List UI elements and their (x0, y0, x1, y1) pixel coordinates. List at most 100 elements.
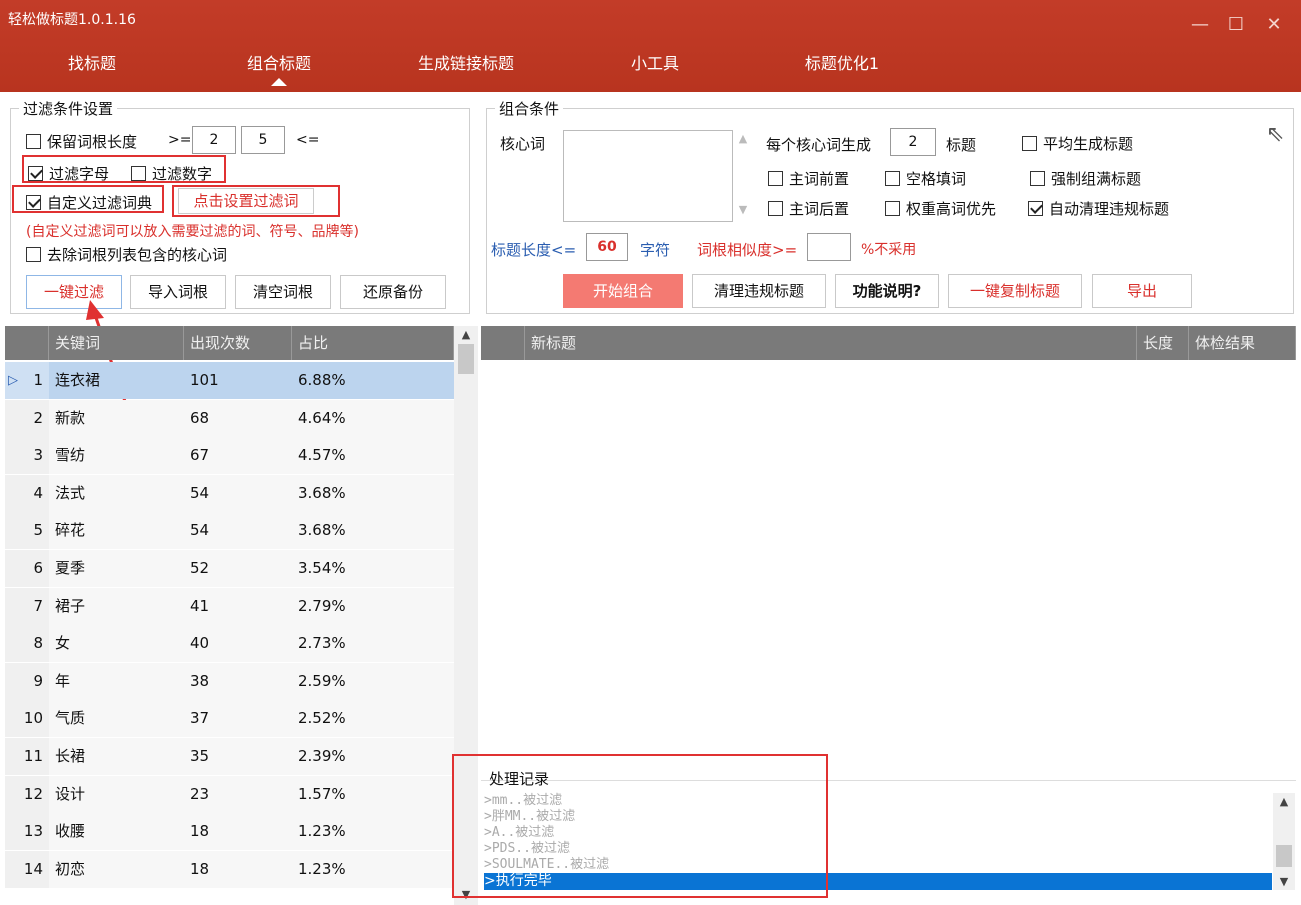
table-row[interactable]: 10 气质 37 2.52% (5, 700, 454, 738)
table-row[interactable]: 3 雪纺 67 4.57% (5, 437, 454, 475)
highlight-box (172, 185, 340, 217)
table-row[interactable]: 5 碎花 54 3.68% (5, 512, 454, 550)
col-keyword[interactable]: 关键词 (49, 326, 184, 360)
percent-cell: 4.57% (292, 437, 454, 475)
row-number: 5 (5, 512, 49, 550)
table-row[interactable]: 12 设计 23 1.57% (5, 775, 454, 813)
keyword-cell: 裙子 (49, 587, 184, 625)
filter-group-title: 过滤条件设置 (19, 98, 118, 119)
tab-tools[interactable]: 小工具 (615, 52, 695, 90)
count-cell: 41 (184, 587, 292, 625)
keyword-cell: 年 (49, 662, 184, 700)
row-number: 4 (5, 474, 49, 512)
percent-cell: 3.68% (292, 474, 454, 512)
import-roots-button[interactable]: 导入词根 (130, 275, 226, 309)
active-tab-caret-icon (271, 78, 287, 86)
table-row[interactable]: 8 女 40 2.73% (5, 625, 454, 663)
results-table-body[interactable] (481, 360, 1296, 780)
col-percent[interactable]: 占比 (292, 326, 454, 360)
count-cell: 37 (184, 700, 292, 738)
col-length[interactable]: 长度 (1137, 326, 1189, 360)
space-fill-checkbox[interactable]: 空格填词 (885, 168, 966, 189)
keyword-cell: 夏季 (49, 550, 184, 587)
table-row[interactable]: 4 法式 54 3.68% (5, 474, 454, 512)
force-full-checkbox[interactable]: 强制组满标题 (1030, 168, 1141, 189)
weight-first-checkbox[interactable]: 权重高词优先 (885, 198, 996, 219)
auto-clean-checkbox[interactable]: 自动清理违规标题 (1028, 198, 1169, 219)
keyword-cell: 新款 (49, 399, 184, 437)
core-word-label: 核心词 (500, 135, 546, 153)
gte-label: >= (168, 132, 192, 148)
textarea-scrollbar[interactable]: ▲ ▼ (735, 130, 751, 222)
row-number: 9 (5, 662, 49, 700)
core-word-textarea[interactable] (563, 130, 733, 222)
percent-cell: 3.68% (292, 512, 454, 550)
percent-cell: 2.73% (292, 625, 454, 663)
tab-title-optimize[interactable]: 标题优化1 (792, 52, 892, 90)
close-icon[interactable]: ✕ (1262, 14, 1286, 35)
start-combine-button[interactable]: 开始组合 (563, 274, 683, 308)
count-cell: 38 (184, 662, 292, 700)
min-length-input[interactable]: 2 (192, 126, 236, 154)
help-button[interactable]: 功能说明? (835, 274, 939, 308)
log-scrollbar[interactable]: ▲ ▼ (1273, 793, 1295, 890)
table-row[interactable]: 6 夏季 52 3.54% (5, 550, 454, 587)
table-row[interactable]: 13 收腰 18 1.23% (5, 813, 454, 851)
app-title: 轻松做标题1.0.1.16 (8, 12, 136, 28)
keyword-cell: 女 (49, 625, 184, 663)
keep-root-length-checkbox[interactable]: 保留词根长度 (26, 131, 137, 152)
main-back-checkbox[interactable]: 主词后置 (768, 198, 849, 219)
row-number: 7 (5, 587, 49, 625)
title-length-input[interactable]: 60 (586, 233, 628, 261)
percent-cell: 4.64% (292, 399, 454, 437)
table-row[interactable]: 11 长裙 35 2.39% (5, 738, 454, 775)
keyword-cell: 碎花 (49, 512, 184, 550)
results-table-header: 新标题 长度 体检结果 (481, 326, 1296, 360)
titles-unit-label: 标题 (946, 136, 977, 154)
table-row[interactable]: 1 连衣裙 101 6.88% ▷ (5, 362, 454, 399)
table-row[interactable]: 7 裙子 41 2.79% (5, 587, 454, 625)
copy-titles-button[interactable]: 一键复制标题 (948, 274, 1082, 308)
checkbox-box (1022, 136, 1037, 151)
col-check-result[interactable]: 体检结果 (1189, 326, 1296, 360)
col-new-title[interactable]: 新标题 (525, 326, 1137, 360)
maximize-icon[interactable]: ☐ (1224, 14, 1248, 35)
remove-core-checkbox[interactable]: 去除词根列表包含的核心词 (26, 244, 227, 265)
scrollbar-thumb[interactable] (458, 344, 474, 374)
row-number: 12 (5, 775, 49, 813)
checkbox-checked-icon (1028, 201, 1043, 216)
count-cell: 18 (184, 813, 292, 851)
table-row[interactable]: 9 年 38 2.59% (5, 662, 454, 700)
tab-link-title[interactable]: 生成链接标题 (404, 52, 528, 90)
count-cell: 54 (184, 474, 292, 512)
tab-combine-title[interactable]: 组合标题 (234, 52, 324, 90)
keyword-cell: 初恋 (49, 850, 184, 888)
main-front-checkbox[interactable]: 主词前置 (768, 168, 849, 189)
avg-generate-checkbox[interactable]: 平均生成标题 (1022, 133, 1133, 154)
clean-illegal-button[interactable]: 清理违规标题 (692, 274, 826, 308)
percent-cell: 1.57% (292, 775, 454, 813)
keyword-cell: 收腰 (49, 813, 184, 851)
per-core-input[interactable]: 2 (890, 128, 936, 156)
export-button[interactable]: 导出 (1092, 274, 1192, 308)
max-length-input[interactable]: 5 (241, 126, 285, 154)
table-row[interactable]: 2 新款 68 4.64% (5, 399, 454, 437)
checkbox-box (885, 201, 900, 216)
tab-find-title[interactable]: 找标题 (52, 52, 132, 90)
combine-group-title: 组合条件 (495, 98, 564, 119)
filter-hint: (自定义过滤词可以放入需要过滤的词、符号、品牌等) (26, 224, 359, 240)
restore-backup-button[interactable]: 还原备份 (340, 275, 446, 309)
count-cell: 52 (184, 550, 292, 587)
row-number: 6 (5, 550, 49, 587)
count-cell: 54 (184, 512, 292, 550)
percent-cell: 1.23% (292, 813, 454, 851)
clear-roots-button[interactable]: 清空词根 (235, 275, 331, 309)
scrollbar-thumb[interactable] (1276, 845, 1292, 867)
table-row[interactable]: 14 初恋 18 1.23% (5, 850, 454, 888)
percent-cell: 6.88% (292, 362, 454, 399)
minimize-icon[interactable]: — (1188, 14, 1212, 35)
similarity-input[interactable] (807, 233, 851, 261)
not-used-label: %不采用 (861, 242, 917, 258)
row-number: 8 (5, 625, 49, 663)
col-count[interactable]: 出现次数 (184, 326, 292, 360)
